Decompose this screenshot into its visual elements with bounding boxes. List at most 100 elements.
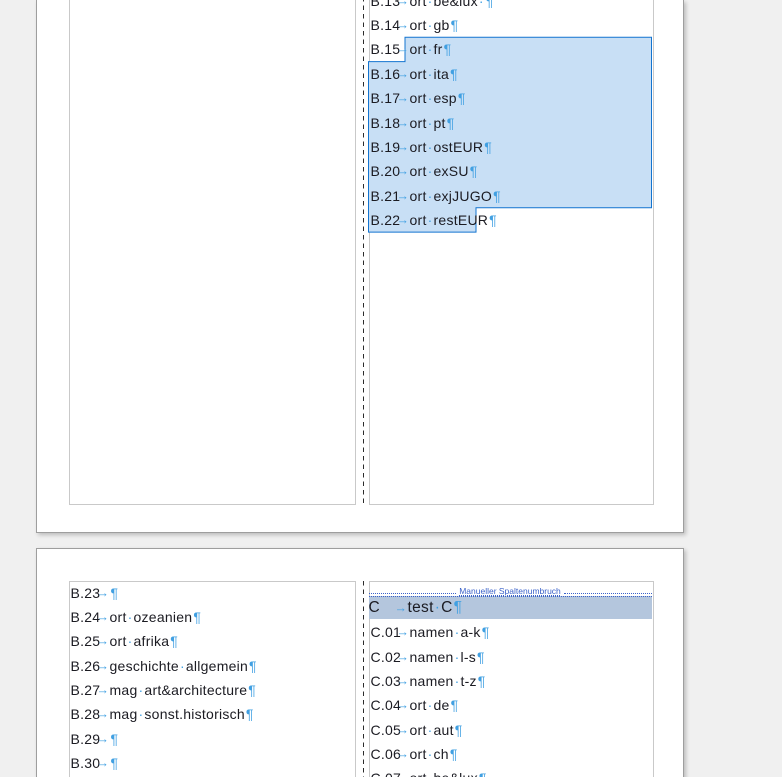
document-line-B.21[interactable]: B.21 → ort · exjJUGO ¶ [371, 183, 501, 207]
space-dot-mark: · [427, 41, 433, 58]
pilcrow-mark: ¶ [443, 41, 452, 58]
space-dot-mark: · [427, 721, 433, 738]
space-dot-mark: · [427, 211, 433, 228]
pilcrow-mark: ¶ [193, 609, 202, 626]
line-text: test [407, 598, 434, 616]
document-line-B.18[interactable]: B.18 → ort · pt ¶ [371, 110, 455, 134]
document-line-B.13[interactable]: B.13 → ort · be&lux · ¶ [371, 0, 494, 13]
pilcrow-mark: ¶ [454, 721, 463, 738]
line-text: namen [409, 648, 454, 665]
line-text: l-s [460, 648, 477, 665]
tab-arrow-mark: → [396, 164, 410, 179]
line-text: ch [433, 745, 449, 762]
line-text: ort [409, 114, 427, 131]
space-dot-mark: · [454, 648, 460, 665]
line-number: C.01 [370, 624, 402, 641]
line-text: ort [409, 41, 427, 58]
document-line-B.24[interactable]: B.24 → ort · ozeanien ¶ [71, 605, 202, 629]
line-text: C [441, 598, 453, 616]
line-number: B.28 [70, 706, 101, 723]
space-dot-mark: · [427, 163, 433, 180]
space-dot-mark: · [427, 770, 434, 777]
document-line-B.25[interactable]: B.25 → ort · afrika ¶ [71, 629, 179, 653]
line-number: C.06 [370, 745, 402, 762]
line-text: ort [409, 17, 427, 34]
document-line-C.01[interactable]: C.01 → namen · a-k ¶ [371, 620, 490, 644]
document-line-B.20[interactable]: B.20 → ort · exSU ¶ [371, 159, 478, 183]
tab-arrow-mark: → [396, 698, 410, 713]
line-text: ort [409, 163, 427, 180]
tab-arrow-mark: → [396, 66, 410, 81]
space-dot-mark: · [478, 0, 484, 9]
line-text: ort [409, 211, 427, 228]
line-number: C.02 [370, 648, 402, 665]
document-line-B.27[interactable]: B.27 → mag · art&architecture ¶ [71, 678, 257, 702]
document-line-C.02[interactable]: C.02 → namen · l-s ¶ [371, 644, 485, 668]
document-line-B.26[interactable]: B.26 → geschichte · allgemein ¶ [71, 654, 257, 678]
line-number: B.19 [370, 138, 401, 155]
line-text: ort [409, 0, 427, 9]
line-text: art&architecture [144, 682, 248, 699]
line-text: ort [109, 633, 127, 650]
document-line-C.05[interactable]: C.05 → ort · aut ¶ [371, 717, 463, 741]
document-line-B.17[interactable]: B.17 → ort · esp ¶ [371, 86, 466, 110]
line-text: exSU [433, 163, 469, 180]
document-line-C[interactable]: C → test · C ¶ [369, 599, 463, 617]
pilcrow-mark: ¶ [481, 624, 490, 641]
line-text: mag [109, 682, 138, 699]
document-line-B.14[interactable]: B.14 → ort · gb ¶ [371, 13, 459, 37]
document-line-C.04[interactable]: C.04 → ort · de ¶ [371, 693, 459, 717]
document-line-B.28[interactable]: B.28 → mag · sonst.historisch ¶ [71, 702, 254, 726]
document-line-B.16[interactable]: B.16 → ort · ita ¶ [371, 62, 458, 86]
line-number: B.27 [70, 682, 101, 699]
tab-arrow-mark: → [96, 610, 110, 625]
line-text: namen [409, 624, 454, 641]
pilcrow-mark: ¶ [453, 598, 463, 616]
line-text: allgemein [185, 657, 249, 674]
pilcrow-mark: ¶ [450, 697, 459, 714]
document-line-C.03[interactable]: C.03 → namen · t-z ¶ [371, 669, 486, 693]
column-gutter-dashed-line [362, 0, 364, 503]
space-dot-mark: · [454, 624, 460, 641]
line-text: restEUR [433, 211, 489, 228]
pilcrow-mark: ¶ [449, 745, 458, 762]
document-line-B.30[interactable]: B.30 → ¶ [71, 751, 119, 775]
tab-arrow-mark: → [396, 746, 410, 761]
heading-paragraph[interactable]: C → test · C ¶ [368, 595, 652, 619]
document-line-C.06[interactable]: C.06 → ort · ch ¶ [371, 742, 458, 766]
line-number: B.21 [370, 187, 401, 204]
line-text: esp [433, 90, 457, 107]
space-dot-mark: · [427, 17, 433, 34]
document-line-C.07[interactable]: C.07→ort·be&lux¶ [371, 766, 487, 777]
document-line-B.15[interactable]: B.15 → ort · fr ¶ [371, 37, 452, 61]
document-line-B.29[interactable]: B.29 → ¶ [71, 727, 119, 751]
pilcrow-mark: ¶ [245, 706, 254, 723]
line-text: t-z [460, 672, 477, 689]
document-line-B.23[interactable]: B.23 → ¶ [71, 581, 119, 605]
line-number: C.03 [370, 672, 402, 689]
line-number: B.29 [70, 730, 101, 747]
tab-arrow-mark: → [396, 212, 410, 227]
break-dotted-line [563, 592, 652, 594]
space-dot-mark: · [179, 657, 185, 674]
space-dot-mark: · [427, 114, 433, 131]
page-2[interactable]: Manueller Spaltenumbruch C → test · C ¶ B.23 →… [36, 548, 684, 777]
line-text: ort [409, 65, 427, 82]
line-number: B.15 [370, 41, 401, 58]
tab-arrow-mark: → [396, 91, 410, 106]
line-text: ita [433, 65, 450, 82]
pilcrow-mark: ¶ [477, 672, 486, 689]
line-text: ostEUR [433, 138, 484, 155]
line-text: sonst.historisch [144, 706, 245, 723]
line-number: C [368, 598, 380, 616]
document-line-B.19[interactable]: B.19 → ort · ostEUR ¶ [371, 135, 493, 159]
tab-arrow-mark: → [396, 722, 410, 737]
page-1[interactable]: B.13 → ort · be&lux · ¶ B.14 → ort · gb ¶ B.15 → ort · fr… [36, 0, 684, 533]
line-number: B.16 [370, 65, 401, 82]
tab-arrow-mark: → [396, 18, 410, 33]
document-line-B.22[interactable]: B.22 → ort · restEUR ¶ [371, 208, 497, 232]
line-number: B.13 [370, 0, 401, 9]
space-dot-mark: · [434, 598, 441, 616]
line-number: B.18 [370, 114, 401, 131]
line-number: C.07 [371, 770, 401, 777]
